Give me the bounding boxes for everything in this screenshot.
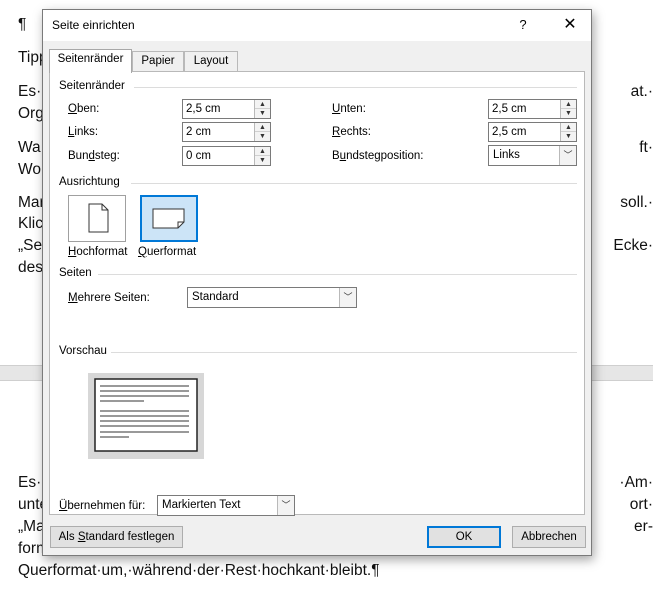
- page-preview-icon: [94, 378, 198, 452]
- chevron-down-icon[interactable]: ﹀: [339, 288, 356, 307]
- spinner-rechts: ▲▼: [488, 122, 577, 142]
- landscape-page-icon: [152, 208, 185, 229]
- spin-up-icon[interactable]: ▲: [561, 100, 576, 109]
- input-links[interactable]: [183, 123, 253, 141]
- set-as-default-button[interactable]: Als Standard festlegen: [50, 526, 183, 548]
- page-setup-dialog: Seite einrichten ? ✕ Seitenränder Papier…: [42, 9, 592, 556]
- doc-line: ¶: [18, 16, 27, 33]
- portrait-button[interactable]: [68, 195, 126, 242]
- select-bundstegposition[interactable]: Links ﹀: [488, 145, 577, 166]
- label-unten: Unten:: [332, 103, 366, 115]
- doc-line: Ecke·: [613, 237, 653, 254]
- chevron-down-icon[interactable]: ﹀: [559, 146, 576, 165]
- input-rechts[interactable]: [489, 123, 559, 141]
- spin-up-icon[interactable]: ▲: [255, 123, 270, 132]
- select-value: Markierten Text: [162, 499, 241, 511]
- input-unten[interactable]: [489, 100, 559, 118]
- spin-down-icon[interactable]: ▼: [255, 156, 270, 165]
- spin-up-icon[interactable]: ▲: [255, 100, 270, 109]
- tab-panel-margins: Seitenränder Oben: ▲▼ Links: ▲▼ Bundsteg…: [49, 71, 585, 516]
- label-apply-to: Übernehmen für:: [59, 500, 146, 512]
- close-button[interactable]: ✕: [555, 14, 585, 36]
- group-divider: [111, 352, 577, 353]
- group-divider: [134, 87, 577, 88]
- group-title-orientation: Ausrichtung: [59, 176, 120, 188]
- spin-down-icon[interactable]: ▼: [255, 132, 270, 141]
- doc-line: Wa: [18, 139, 41, 156]
- label-oben: Oben:: [68, 103, 100, 115]
- doc-line: Es·: [18, 474, 42, 491]
- label-multiple-pages: Mehrere Seiten:: [68, 292, 150, 304]
- doc-line: ·Am·: [619, 474, 653, 491]
- cancel-button[interactable]: Abbrechen: [512, 526, 586, 548]
- doc-line: soll.·: [620, 194, 653, 211]
- page-preview: [88, 373, 204, 459]
- spinner-unten: ▲▼: [488, 99, 577, 119]
- landscape-button[interactable]: [140, 195, 198, 242]
- doc-line: „Ma: [18, 518, 45, 535]
- group-title-pages: Seiten: [59, 267, 92, 279]
- doc-line: ort·: [629, 496, 653, 513]
- group-divider: [131, 183, 577, 184]
- select-value: Standard: [192, 291, 239, 303]
- tab-layout[interactable]: Layout: [184, 51, 238, 71]
- select-multiple-pages[interactable]: Standard ﹀: [187, 287, 357, 308]
- spin-down-icon[interactable]: ▼: [255, 109, 270, 118]
- doc-line: „Se: [18, 237, 43, 254]
- dialog-title: Seite einrichten: [52, 18, 135, 32]
- spinner-bundsteg: ▲▼: [182, 146, 271, 166]
- group-title-preview: Vorschau: [59, 345, 107, 357]
- spin-up-icon[interactable]: ▲: [255, 147, 270, 156]
- spin-down-icon[interactable]: ▼: [561, 109, 576, 118]
- input-bundsteg[interactable]: [183, 147, 253, 165]
- portrait-page-icon: [88, 203, 109, 233]
- input-oben[interactable]: [183, 100, 253, 118]
- doc-line: des: [18, 259, 43, 276]
- doc-line: at.·: [630, 83, 653, 100]
- doc-line: Klic: [18, 215, 43, 232]
- group-title-margins: Seitenränder: [59, 80, 125, 92]
- tab-seitenraender[interactable]: Seitenränder: [49, 49, 132, 73]
- label-rechts: Rechts:: [332, 126, 371, 138]
- spinner-links: ▲▼: [182, 122, 271, 142]
- dialog-titlebar[interactable]: Seite einrichten ? ✕: [43, 10, 591, 41]
- spin-up-icon[interactable]: ▲: [561, 123, 576, 132]
- portrait-label: Hochformat: [68, 246, 128, 258]
- label-bundsteg: Bundsteg:: [68, 150, 120, 162]
- chevron-down-icon[interactable]: ﹀: [277, 496, 294, 515]
- group-divider: [98, 274, 577, 275]
- select-apply-to[interactable]: Markierten Text ﹀: [157, 495, 295, 516]
- doc-line: ft·: [639, 139, 653, 156]
- label-bundstegposition: Bundstegposition:: [332, 150, 424, 162]
- label-links: Links:: [68, 126, 99, 138]
- doc-line: Org: [18, 105, 44, 122]
- spin-down-icon[interactable]: ▼: [561, 132, 576, 141]
- tab-papier[interactable]: Papier: [132, 51, 184, 71]
- doc-line: Querformat·um,·während·der·Rest·hochkant…: [18, 562, 380, 579]
- doc-line: Es·: [18, 83, 42, 100]
- select-value: Links: [493, 149, 520, 161]
- ok-button[interactable]: OK: [427, 526, 501, 548]
- help-button[interactable]: ?: [511, 14, 535, 36]
- doc-line: Wo: [18, 161, 41, 178]
- doc-line: er-: [634, 518, 653, 535]
- doc-line: Mar: [18, 194, 45, 211]
- landscape-label: Querformat: [138, 246, 197, 258]
- spinner-oben: ▲▼: [182, 99, 271, 119]
